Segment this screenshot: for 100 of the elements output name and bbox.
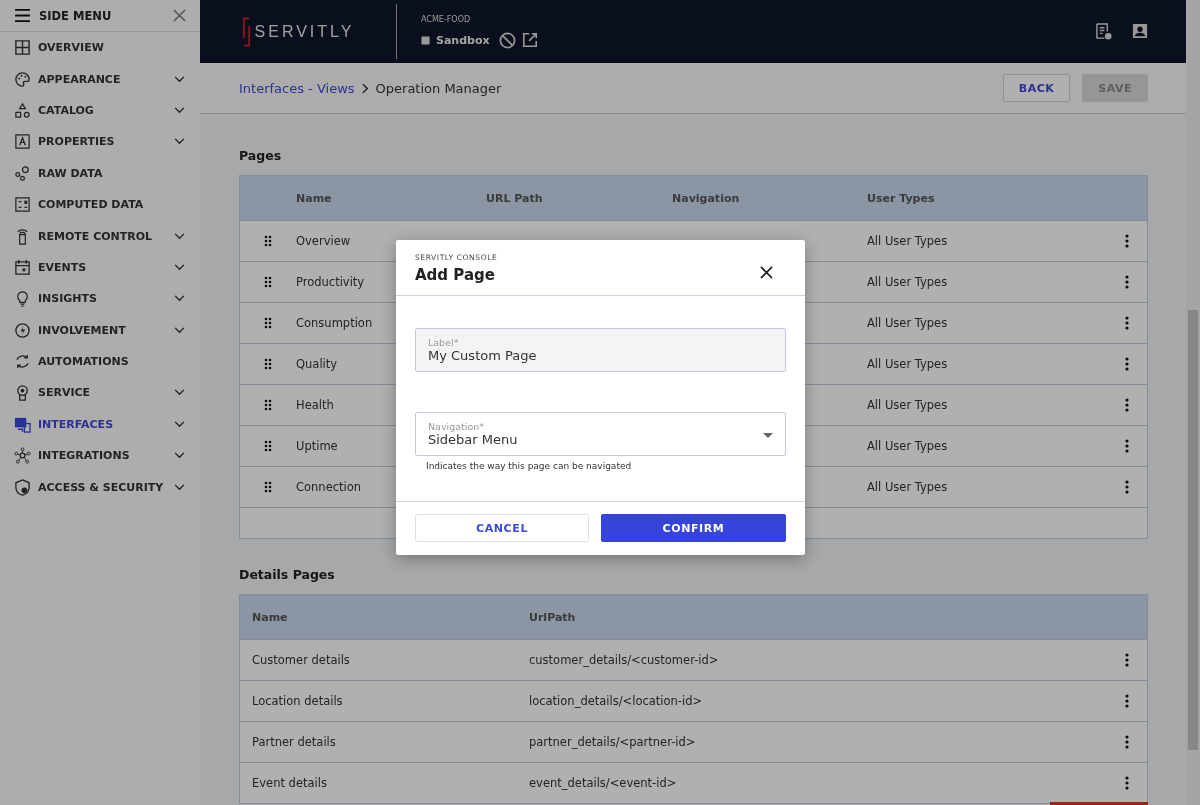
more-options-icon[interactable] [1125,439,1129,453]
more-options-icon[interactable] [1125,735,1129,749]
chevron-down-icon [174,75,185,83]
table-cell-text: All User Types [867,275,949,289]
drag-handle-icon[interactable] [263,481,272,493]
table-cell-text: All User Types [867,316,949,330]
table-cell-text: Health [296,398,335,412]
more-options-icon[interactable] [1125,234,1129,248]
breadcrumb-current: Operation Manager [375,80,502,96]
label-field[interactable]: Label* My Custom Page [415,328,786,372]
sidebar-item[interactable]: CATALOG [0,94,200,127]
sidebar-item[interactable]: REMOTE CONTROL [0,220,200,252]
sidebar-item[interactable]: OVERVIEW [0,32,200,64]
drag-handle-icon[interactable] [263,440,272,452]
table-cell-text: customer_details/<customer-id> [529,653,720,667]
chevron-down-icon [174,326,185,334]
calculator-icon [14,196,31,214]
more-options-icon[interactable] [1125,480,1129,494]
more-options-icon[interactable] [1125,316,1129,330]
column-header: Navigation [672,191,741,205]
table-cell-text: Location details [252,694,344,708]
lightbulb-icon [14,290,31,308]
table-cell-text: Event details [252,776,328,790]
table-cell-text: All User Types [867,234,949,248]
table-cell-text: Customer details [252,653,351,667]
sidebar-item[interactable]: COMPUTED DATA [0,188,200,221]
network-icon [14,447,31,465]
table-cell-text: partner_details/<partner-id> [529,735,697,749]
table-cell-text: All User Types [867,480,949,494]
table-cell-text: All User Types [867,398,949,412]
document-icon[interactable] [1095,23,1112,40]
more-options-icon[interactable] [1125,653,1129,667]
breadcrumb-link[interactable]: Interfaces - Views [239,80,355,96]
more-options-icon[interactable] [1125,776,1129,790]
table-cell-text: location_details/<location-id> [529,694,704,708]
tray-icon [421,35,430,45]
back-button[interactable]: BACK [1002,74,1071,102]
chevron-down-icon [174,106,185,114]
table-cell-text: Partner details [252,735,337,749]
environment-name: Sandbox [436,33,490,47]
sidebar-item[interactable]: INSIGHTS [0,283,200,315]
more-options-icon[interactable] [1125,357,1129,371]
confirm-button[interactable]: CONFIRM [601,514,786,542]
column-header: User Types [867,191,936,205]
chevron-down-icon [174,452,185,460]
shapes-icon [14,101,31,119]
more-options-icon[interactable] [1125,275,1129,289]
column-header: Name [296,191,333,205]
drag-handle-icon[interactable] [263,317,272,329]
sidebar-item[interactable]: APPEARANCE [0,63,200,95]
cycle-icon [14,353,31,371]
close-icon[interactable] [760,266,773,279]
sidebar-item[interactable]: INTERFACES [0,408,200,441]
sidebar-item[interactable]: PROPERTIES [0,126,200,158]
devices-icon [14,415,31,433]
menu-icon[interactable] [14,9,31,22]
table-cell-text: All User Types [867,357,949,371]
external-link-icon[interactable] [521,32,538,48]
dialog-title: Add Page [415,266,495,284]
badge-icon [14,384,31,402]
circles-icon [14,164,31,182]
sidebar-item[interactable]: RAW DATA [0,157,200,189]
sidebar-item[interactable]: ACCESS & SECURITY [0,471,200,503]
sidebar-item[interactable]: INVOLVEMENT [0,314,200,346]
palette-icon [14,70,31,88]
chevron-down-icon [174,420,185,428]
navigation-select[interactable]: Navigation* Sidebar Menu [415,412,786,456]
scrollbar[interactable] [1186,0,1200,805]
tenant-name: ACME-FOOD [421,14,472,24]
more-options-icon[interactable] [1125,398,1129,412]
letter-frame-icon [14,133,31,151]
chevron-down-icon [174,389,185,397]
drag-handle-icon[interactable] [263,276,272,288]
section-title: Details Pages [239,567,336,582]
bracket-logo-icon [241,16,251,47]
table-cell-text: event_details/<event-id> [529,776,678,790]
chevron-down-icon [174,263,185,271]
cancel-button[interactable]: CANCEL [415,514,589,542]
bolt-icon [14,321,31,339]
sidebar-item[interactable]: AUTOMATIONS [0,345,200,378]
section-title: Pages [239,148,283,163]
sidebar-item[interactable]: INTEGRATIONS [0,440,200,472]
sidebar-item[interactable]: SERVICE [0,377,200,409]
blocked-icon[interactable] [498,31,516,49]
table-cell-text: Consumption [296,316,374,330]
drag-handle-icon[interactable] [263,399,272,411]
grid-icon [14,39,31,57]
drag-handle-icon[interactable] [263,235,272,247]
column-header: UrlPath [529,610,577,624]
more-options-icon[interactable] [1125,694,1129,708]
table-cell-text: All User Types [867,439,949,453]
table-cell-text: Overview [296,234,352,248]
calendar-icon [14,258,31,276]
shield-icon [14,478,31,496]
chevron-right-icon [361,82,369,94]
sidebar-item[interactable]: EVENTS [0,251,200,284]
drag-handle-icon[interactable] [263,358,272,370]
user-icon[interactable] [1132,23,1148,39]
scrollbar-thumb[interactable] [1188,310,1198,750]
side-menu-title: SIDE MENU [39,8,113,23]
